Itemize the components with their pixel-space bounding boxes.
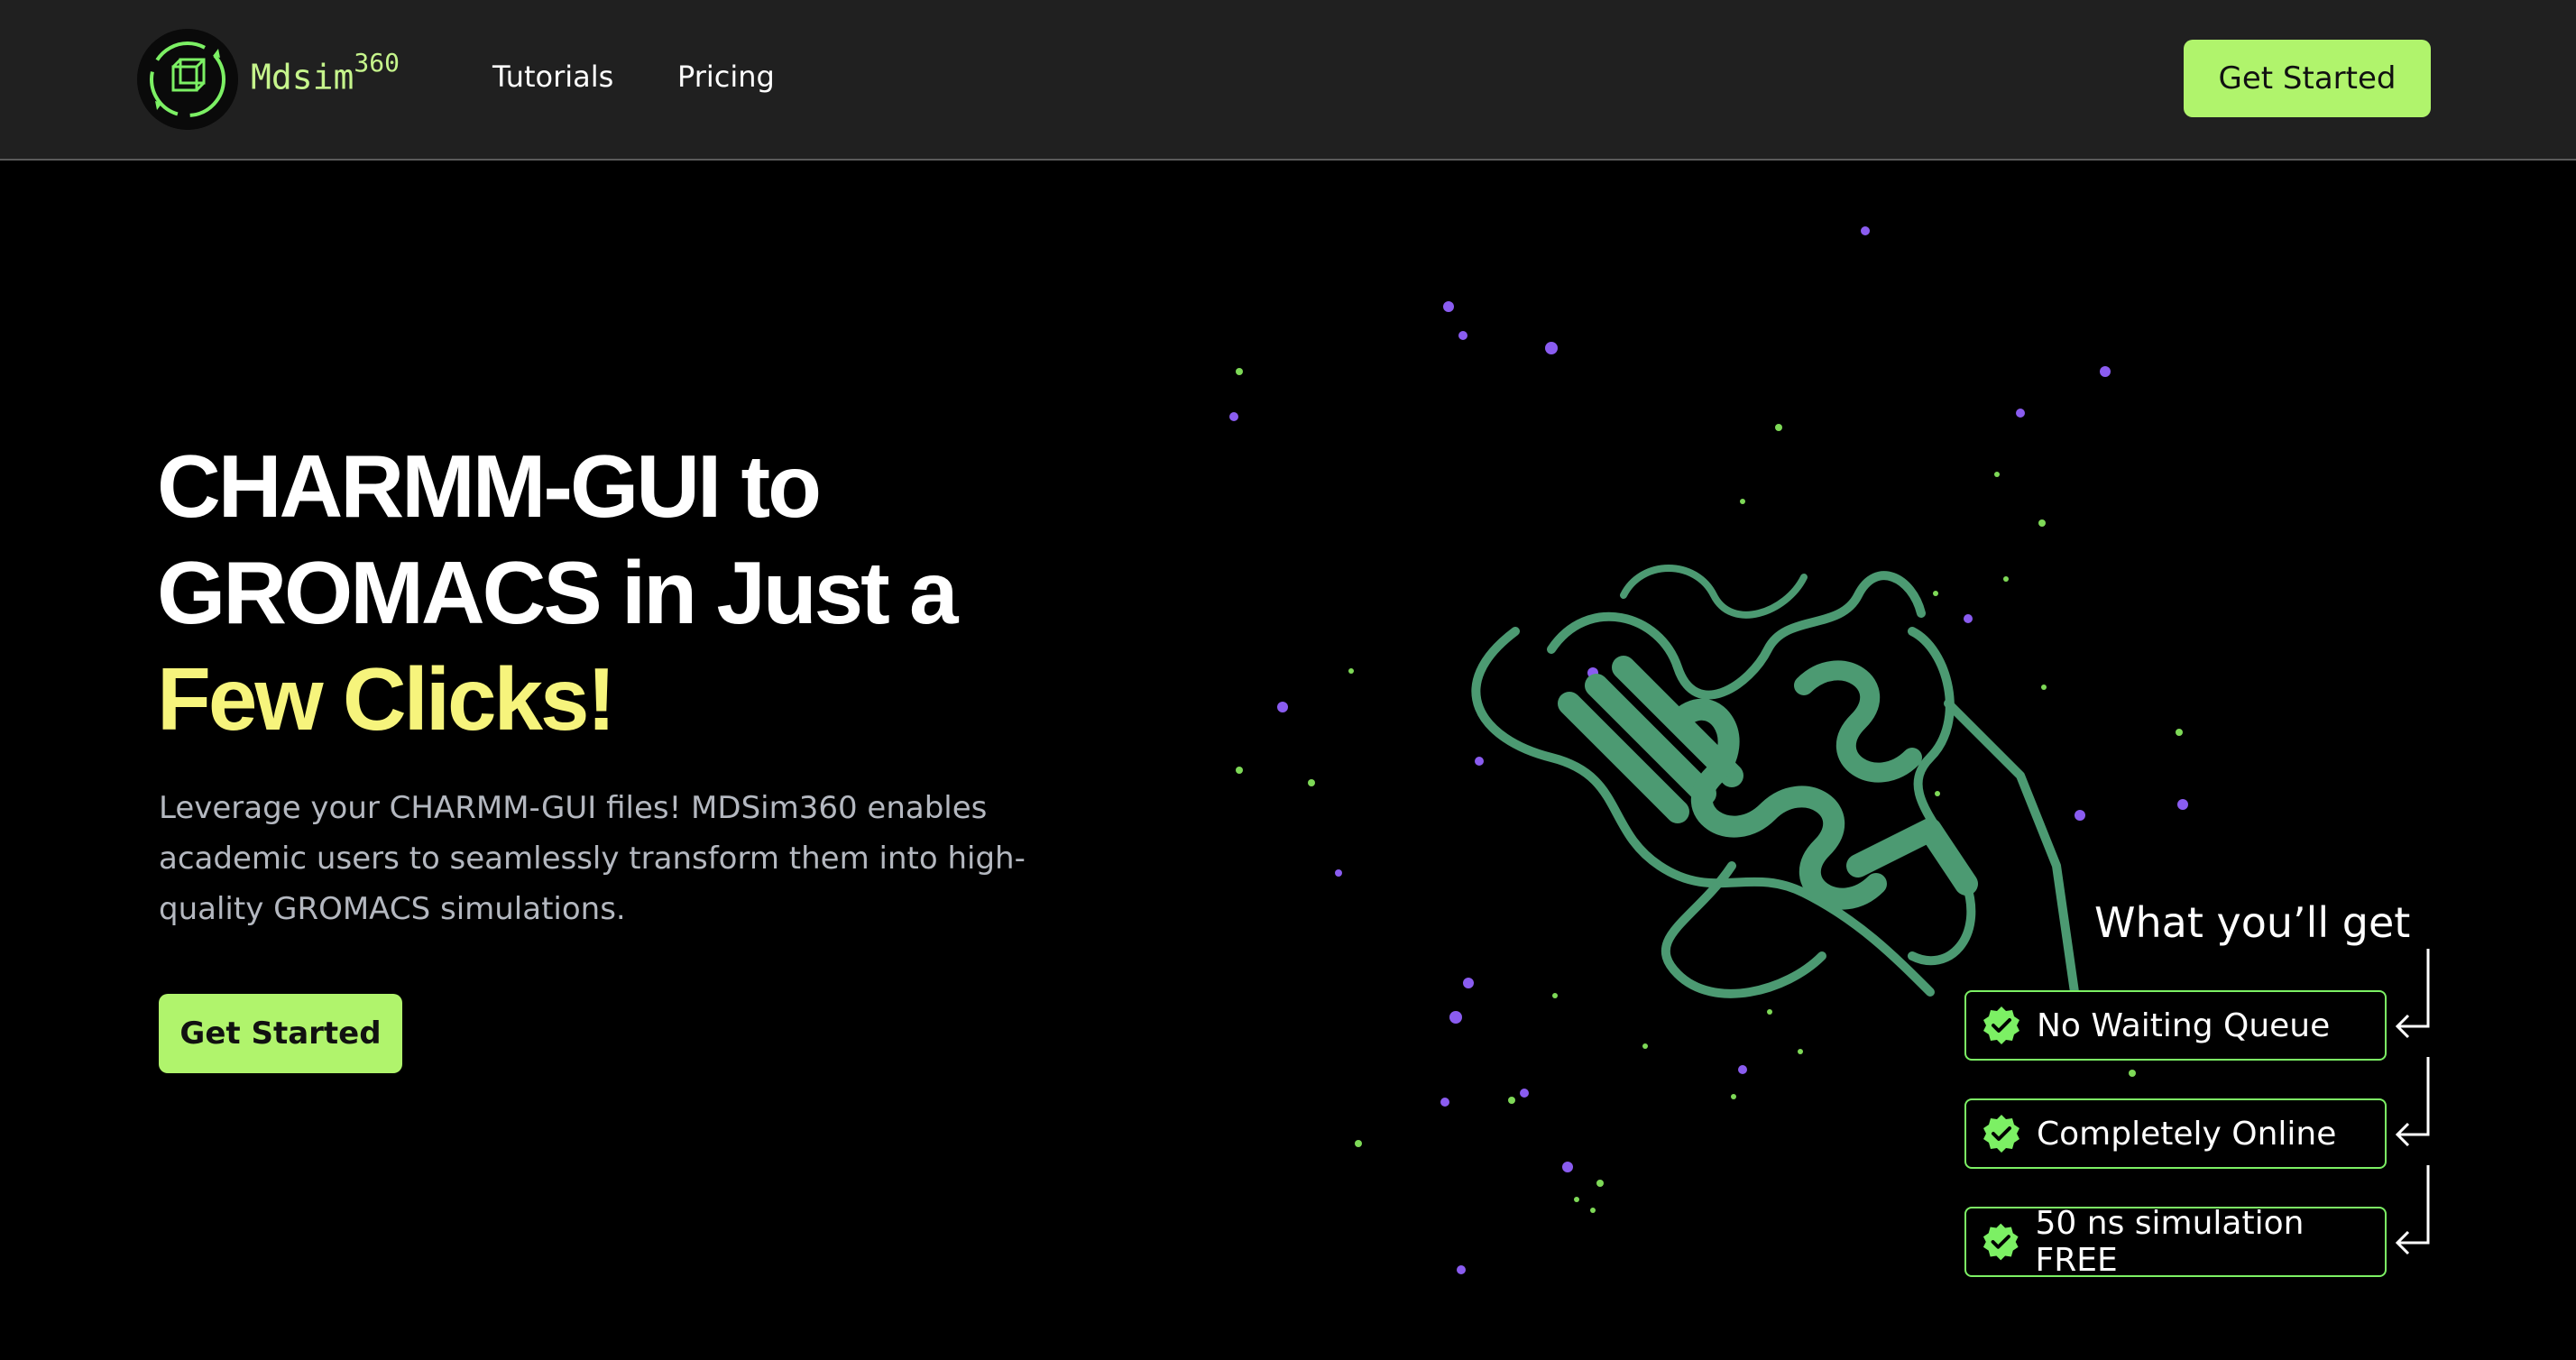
feature-label: No Waiting Queue — [2037, 1006, 2331, 1044]
feature-completely-online: Completely Online — [1964, 1098, 2387, 1169]
hero-title: CHARMM-GUI to GROMACS in Just a Few Clic… — [157, 433, 959, 752]
logo-superscript: 360 — [354, 47, 400, 78]
logo-name: Mdsim — [251, 57, 354, 97]
hero-get-started-button[interactable]: Get Started — [159, 994, 402, 1073]
protein-visualization — [1229, 226, 2188, 1274]
connector-arrow-icon — [2395, 949, 2430, 1039]
connector-arrow-icon — [2395, 1165, 2430, 1255]
feature-label: 50 ns simulation FREE — [2035, 1205, 2305, 1279]
hero-title-accent: Few Clicks! — [157, 649, 616, 749]
feature-free-simulation: 50 ns simulation FREE — [1964, 1205, 2387, 1279]
hero-title-line-2: GROMACS in Just a — [157, 543, 959, 642]
protein-ribbon — [1471, 565, 2079, 998]
logo-text: Mdsim360 — [251, 48, 400, 97]
logo-icon — [137, 29, 238, 130]
hero-description: Leverage your CHARMM-GUI files! MDSim360… — [159, 790, 1026, 927]
features-heading: What you’ll get — [2094, 898, 2411, 947]
nav-get-started-button[interactable]: Get Started — [2184, 40, 2431, 117]
top-navbar: Mdsim360 Tutorials Pricing Get Started — [0, 0, 2576, 161]
hero-title-line-1: CHARMM-GUI to — [157, 436, 822, 536]
feature-label: Completely Online — [2037, 1115, 2337, 1153]
check-badge-icon — [1983, 1223, 2019, 1261]
check-badge-icon — [1983, 1115, 2019, 1153]
check-badge-icon — [1983, 1006, 2019, 1044]
feature-no-waiting-queue: No Waiting Queue — [1964, 990, 2387, 1061]
nav-link-pricing[interactable]: Pricing — [677, 60, 775, 94]
logo[interactable]: Mdsim360 — [137, 29, 400, 130]
nav-link-tutorials[interactable]: Tutorials — [492, 60, 613, 94]
connector-arrow-icon — [2395, 1057, 2430, 1147]
